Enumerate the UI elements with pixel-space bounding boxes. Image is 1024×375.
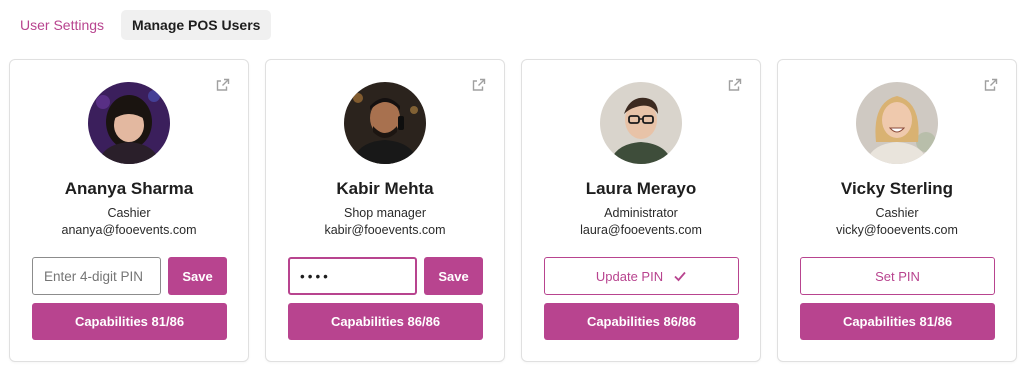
external-link-icon[interactable]: [471, 77, 487, 93]
user-email: kabir@fooevents.com: [324, 223, 446, 237]
save-pin-button[interactable]: Save: [424, 257, 483, 295]
user-email: vicky@fooevents.com: [836, 223, 958, 237]
avatar: [856, 82, 938, 164]
save-pin-button[interactable]: Save: [168, 257, 227, 295]
user-role: Cashier: [107, 206, 151, 220]
check-icon: [673, 269, 687, 283]
update-pin-label: Update PIN: [595, 268, 664, 284]
tab-manage-pos-users[interactable]: Manage POS Users: [121, 10, 272, 40]
capabilities-button[interactable]: Capabilities 81/86: [32, 303, 227, 340]
user-name: Vicky Sterling: [840, 179, 954, 198]
capabilities-button[interactable]: Capabilities 81/86: [800, 303, 995, 340]
avatar: [88, 82, 170, 164]
user-card-kabir: Kabir Mehta Shop manager kabir@fooevents…: [265, 59, 505, 362]
external-link-icon[interactable]: [215, 77, 231, 93]
capabilities-button[interactable]: Capabilities 86/86: [544, 303, 739, 340]
avatar: [600, 82, 682, 164]
capabilities-button[interactable]: Capabilities 86/86: [288, 303, 483, 340]
user-email: laura@fooevents.com: [580, 223, 702, 237]
external-link-icon[interactable]: [727, 77, 743, 93]
avatar: [344, 82, 426, 164]
update-pin-button[interactable]: Update PIN: [544, 257, 739, 295]
user-role: Shop manager: [343, 206, 426, 220]
set-pin-button[interactable]: Set PIN: [800, 257, 995, 295]
pin-input[interactable]: [288, 257, 417, 295]
user-card-laura: Laura Merayo Administrator laura@fooeven…: [521, 59, 761, 362]
settings-tabs: User Settings Manage POS Users: [9, 10, 272, 40]
user-card-ananya: Ananya Sharma Cashier ananya@fooevents.c…: [9, 59, 249, 362]
user-name: Laura Merayo: [585, 179, 697, 198]
user-role: Administrator: [604, 206, 678, 220]
user-role: Cashier: [875, 206, 919, 220]
user-email: ananya@fooevents.com: [61, 223, 197, 237]
pin-row: Save: [32, 257, 227, 295]
pin-input[interactable]: [32, 257, 161, 295]
user-name: Kabir Mehta: [336, 179, 434, 198]
pos-users-grid: Ananya Sharma Cashier ananya@fooevents.c…: [9, 59, 1017, 362]
tab-user-settings[interactable]: User Settings: [9, 10, 115, 40]
user-card-vicky: Vicky Sterling Cashier vicky@fooevents.c…: [777, 59, 1017, 362]
user-name: Ananya Sharma: [64, 179, 194, 198]
pin-row: Save: [288, 257, 483, 295]
external-link-icon[interactable]: [983, 77, 999, 93]
